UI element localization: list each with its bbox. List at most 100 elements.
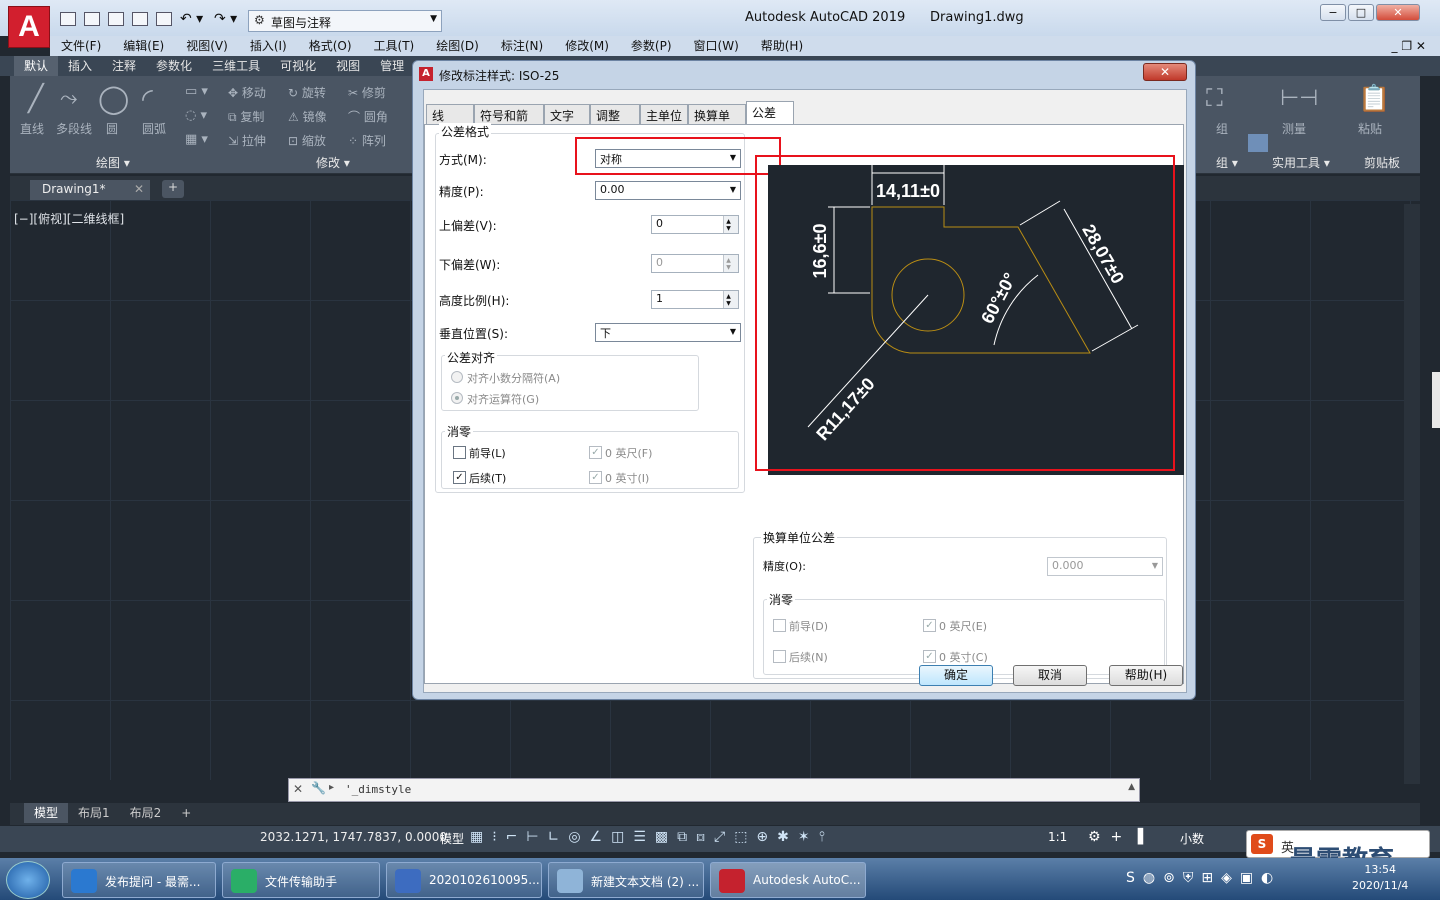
tab-alternate-units[interactable]: 换算单位 [688, 104, 746, 140]
upper-value-input[interactable]: 0 [651, 215, 739, 234]
open-file-icon[interactable] [84, 12, 100, 26]
ribbon-tab-visualize[interactable]: 可视化 [270, 56, 326, 76]
menu-modify[interactable]: 修改(M) [554, 36, 620, 56]
alt-leading-checkbox[interactable] [773, 619, 786, 632]
maximize-button[interactable]: □ [1348, 4, 1374, 21]
ribbon-tab-home[interactable]: 默认 [14, 56, 59, 76]
start-button[interactable] [6, 861, 50, 899]
hatch-icon[interactable]: ◌ ▾ [185, 108, 207, 123]
scale-tool[interactable]: ⊡ 缩放 [288, 132, 326, 149]
align-operator-radio[interactable] [451, 392, 463, 404]
workspace-selector[interactable]: 草图与注释 ▼ [248, 10, 442, 32]
tab-fit[interactable]: 调整 [590, 104, 640, 124]
viewport-controls[interactable]: [−][俯视][二维线框] [14, 210, 124, 227]
alt-trailing-checkbox[interactable] [773, 650, 786, 663]
menu-dimension[interactable]: 标注(N) [490, 36, 554, 56]
group-icon[interactable]: ⛶ [1206, 84, 1223, 112]
circle-tool[interactable]: 圆 [106, 120, 118, 137]
tab-model[interactable]: 模型 [24, 803, 69, 823]
paste-tool[interactable]: 粘贴 [1358, 120, 1382, 137]
ribbon-tab-insert[interactable]: 插入 [58, 56, 102, 76]
taskbar-item-ie[interactable]: 发布提问 - 最需... [62, 862, 216, 898]
close-button[interactable]: ✕ [1376, 4, 1420, 21]
cancel-button[interactable]: 取消 [1013, 665, 1087, 686]
mirror-tool[interactable]: ⚠ 镜像 [288, 108, 327, 125]
tab-symbols-arrows[interactable]: 符号和箭头 [474, 104, 544, 140]
modify-panel-label[interactable]: 修改 ▾ [316, 154, 350, 171]
group-panel-label[interactable]: 组 ▾ [1216, 154, 1238, 171]
add-layout-button[interactable]: + [171, 803, 201, 823]
taskbar-item-wechat[interactable]: 文件传输助手 [222, 862, 380, 898]
undo-icon[interactable]: ↶ ▾ [180, 11, 203, 27]
tab-layout1[interactable]: 布局1 [68, 803, 120, 823]
copy-tool[interactable]: ⧉ 复制 [228, 108, 264, 125]
side-scroll-thumb[interactable] [1432, 372, 1440, 428]
line-tool[interactable]: 直线 [20, 120, 44, 137]
wrench-icon[interactable]: 🔧 [311, 781, 326, 795]
menu-file[interactable]: 文件(F) [50, 36, 112, 56]
redo-icon[interactable]: ↷ ▾ [214, 11, 237, 27]
units-display[interactable]: 小数 [1180, 830, 1204, 847]
align-decimal-radio[interactable] [451, 371, 463, 383]
measure-tool[interactable]: 测量 [1282, 120, 1306, 137]
menu-view[interactable]: 视图(V) [175, 36, 239, 56]
height-scale-input[interactable]: 1 [651, 290, 739, 309]
ribbon-tab-manage[interactable]: 管理 [370, 56, 414, 76]
command-line[interactable]: ✕ 🔧 ▸ '_dimstyle ▲ [288, 778, 1140, 802]
print-icon[interactable] [156, 12, 172, 26]
status-tools[interactable]: ⚙+▐ [1088, 829, 1153, 845]
document-tab[interactable]: Drawing1* ✕ [30, 180, 150, 200]
new-tab-button[interactable]: + [162, 180, 184, 198]
rectangle-icon[interactable]: ▭ ▾ [185, 84, 208, 99]
vertical-position-select[interactable]: 下 [595, 323, 741, 342]
fillet-tool[interactable]: ⌒ 圆角 [348, 108, 388, 125]
menu-parametric[interactable]: 参数(P) [620, 36, 683, 56]
menu-edit[interactable]: 编辑(E) [112, 36, 175, 56]
new-file-icon[interactable] [60, 12, 76, 26]
polyline-tool[interactable]: 多段线 [56, 120, 92, 137]
close-tab-icon[interactable]: ✕ [134, 182, 144, 196]
annotation-scale[interactable]: 1:1 [1048, 830, 1067, 844]
tab-layout2[interactable]: 布局2 [120, 803, 172, 823]
group-tool[interactable]: 组 [1216, 120, 1228, 137]
group-select-icon[interactable] [1248, 134, 1268, 152]
taskbar-item-notepad[interactable]: 新建文本文档 (2) ... [548, 862, 704, 898]
utilities-panel-label[interactable]: 实用工具 ▾ [1272, 154, 1330, 171]
menu-help[interactable]: 帮助(H) [750, 36, 814, 56]
array-tool[interactable]: ⁘ 阵列 [348, 132, 386, 149]
tab-lines[interactable]: 线 [426, 104, 474, 124]
ribbon-tab-view[interactable]: 视图 [326, 56, 370, 76]
draw-panel-label[interactable]: 绘图 ▾ [96, 154, 130, 171]
menu-insert[interactable]: 插入(I) [239, 36, 298, 56]
taskbar-item-autocad[interactable]: Autodesk AutoC... [710, 862, 866, 898]
clipboard-panel-label[interactable]: 剪贴板 [1364, 154, 1400, 171]
stretch-tool[interactable]: ⇲ 拉伸 [228, 132, 266, 149]
system-tray-icons[interactable]: S◍⊚⛨⊞◈▣◐ [1126, 870, 1281, 886]
tab-tolerances[interactable]: 公差 [746, 101, 794, 125]
drafting-toggles[interactable]: ▦⁝⌐⊢∟◎∠◫☰▩⧉⧈⤢⬚⊕✱✶⫯ [470, 829, 834, 845]
inches-checkbox[interactable]: ✓ [589, 471, 602, 484]
ribbon-tab-3d-tools[interactable]: 三维工具 [202, 56, 270, 76]
system-clock[interactable]: 13:54 2020/11/4 [1352, 862, 1408, 894]
close-icon[interactable]: ✕ [293, 782, 303, 796]
menu-format[interactable]: 格式(O) [298, 36, 363, 56]
arc-tool[interactable]: 圆弧 [142, 120, 166, 137]
doc-window-controls[interactable]: _ ❐ ✕ [1392, 36, 1426, 56]
save-icon[interactable] [108, 12, 124, 26]
alt-precision-select[interactable]: 0.000 [1047, 557, 1163, 576]
autocad-logo-icon[interactable]: A [8, 6, 50, 48]
alt-inches-checkbox[interactable]: ✓ [923, 650, 936, 663]
menu-draw[interactable]: 绘图(D) [425, 36, 490, 56]
save-as-icon[interactable] [132, 12, 148, 26]
ribbon-tab-annotate[interactable]: 注释 [102, 56, 146, 76]
dialog-close-button[interactable]: ✕ [1143, 63, 1187, 81]
trailing-checkbox[interactable]: ✓ [453, 471, 466, 484]
tab-primary-units[interactable]: 主单位 [640, 104, 688, 124]
help-button[interactable]: 帮助(H) [1109, 665, 1183, 686]
menu-tools[interactable]: 工具(T) [363, 36, 426, 56]
tab-text[interactable]: 文字 [544, 104, 590, 124]
minimize-button[interactable]: − [1320, 4, 1346, 21]
trim-tool[interactable]: ✂ 修剪 [348, 84, 386, 101]
menu-window[interactable]: 窗口(W) [683, 36, 750, 56]
chevron-up-icon[interactable]: ▲ [1128, 782, 1135, 792]
